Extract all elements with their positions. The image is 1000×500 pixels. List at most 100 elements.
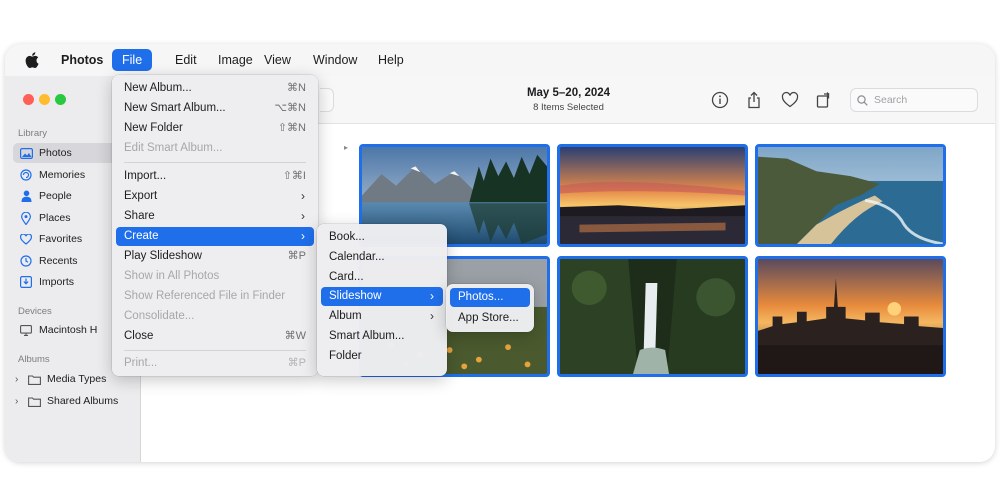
menu-item-book[interactable]: Book... (321, 228, 443, 247)
close-window-button[interactable] (23, 94, 34, 105)
menu-item-print: Print... ⌘P (116, 354, 314, 373)
menu-item-label: Play Slideshow (124, 250, 202, 262)
menu-item-label: App Store... (458, 312, 519, 324)
pin-icon (19, 211, 33, 225)
sidebar-section-library: Library (18, 128, 48, 139)
folder-icon (27, 372, 41, 386)
sidebar-item-label: Media Types (47, 373, 107, 385)
shortcut-label: ⌘N (287, 82, 306, 94)
chevron-right-icon[interactable]: › (15, 374, 24, 385)
menu-item-smart-album[interactable]: Smart Album... (321, 327, 443, 346)
menu-item-label: Edit Smart Album... (124, 142, 223, 154)
heart-icon (19, 232, 33, 246)
sidebar-section-devices: Devices (18, 306, 52, 317)
menu-window[interactable]: Window (303, 49, 367, 71)
menu-item-label: Album (329, 310, 362, 322)
menu-separator (124, 350, 306, 351)
menu-item-share[interactable]: Share › (116, 207, 314, 226)
chevron-right-icon: › (301, 209, 305, 223)
menu-item-consolidate: Consolidate... (116, 307, 314, 326)
menu-item-play-slideshow[interactable]: Play Slideshow ⌘P (116, 247, 314, 266)
menu-item-label: Smart Album... (329, 330, 405, 342)
sidebar-item-label: Places (39, 212, 71, 224)
apple-logo-icon[interactable] (25, 52, 39, 68)
file-menu: New Album... ⌘N New Smart Album... ⌥⌘N New… (112, 75, 318, 376)
photo-thumbnail[interactable] (557, 256, 748, 377)
menu-item-label: Import... (124, 170, 167, 182)
menu-item-label: Share (124, 210, 155, 222)
menu-item-card[interactable]: Card... (321, 268, 443, 287)
minimize-window-button[interactable] (39, 94, 50, 105)
menu-item-label: Show in All Photos (124, 270, 220, 282)
photo-thumbnail[interactable] (755, 144, 946, 247)
menu-file[interactable]: File (112, 49, 153, 71)
menu-item-export[interactable]: Export › (116, 187, 314, 206)
menu-edit[interactable]: Edit (165, 49, 207, 71)
computer-icon (19, 323, 33, 337)
menu-item-show-referenced-file: Show Referenced File in Finder (116, 287, 314, 306)
menu-item-album[interactable]: Album › (321, 307, 443, 326)
folder-icon (27, 394, 41, 408)
person-icon (19, 189, 33, 203)
rotate-icon[interactable] (815, 91, 833, 109)
info-icon[interactable] (711, 91, 729, 109)
menu-item-label: New Smart Album... (124, 102, 226, 114)
menu-item-label: Consolidate... (124, 310, 195, 322)
shortcut-label: ⇧⌘N (277, 122, 306, 134)
menu-item-label: Show Referenced File in Finder (124, 290, 286, 302)
menu-item-edit-smart-album: Edit Smart Album... (116, 139, 314, 158)
slideshow-submenu: Photos... App Store... (446, 284, 534, 332)
sidebar-item-label: Imports (39, 276, 75, 288)
photo-thumbnail[interactable] (755, 256, 946, 377)
menu-item-slideshow[interactable]: Slideshow › (321, 287, 443, 306)
menu-item-app-store[interactable]: App Store... (450, 309, 530, 328)
menu-item-import[interactable]: Import... ⇧⌘I (116, 167, 314, 186)
menu-help[interactable]: Help (368, 49, 414, 71)
chevron-right-icon[interactable]: › (15, 396, 24, 407)
menu-view[interactable]: View (254, 49, 301, 71)
menu-item-photos-slideshow[interactable]: Photos... (450, 288, 530, 307)
search-field[interactable]: Search (850, 88, 978, 112)
sidebar-item-label: Favorites (39, 233, 83, 245)
shortcut-label: ⌥⌘N (274, 102, 306, 114)
menu-photos[interactable]: Photos (51, 49, 113, 71)
menu-item-label: Book... (329, 231, 365, 243)
disclosure-icon[interactable]: ▸ (344, 143, 348, 152)
chevron-right-icon: › (430, 289, 434, 303)
search-placeholder: Search (874, 94, 908, 106)
menu-item-label: New Album... (124, 82, 192, 94)
share-icon[interactable] (745, 91, 763, 109)
zoom-window-button[interactable] (55, 94, 66, 105)
sidebar-item-label: Recents (39, 255, 78, 267)
photos-icon (19, 146, 33, 160)
menu-item-label: Photos... (458, 291, 504, 303)
menu-item-show-in-all-photos: Show in All Photos (116, 267, 314, 286)
sidebar-item-shared-albums[interactable]: › Shared Albums (13, 391, 135, 411)
chevron-right-icon: › (301, 229, 305, 243)
menu-item-folder[interactable]: Folder (321, 347, 443, 366)
menu-item-label: Export (124, 190, 158, 202)
heart-icon[interactable] (781, 91, 799, 109)
chevron-right-icon: › (301, 189, 305, 203)
menu-item-new-album[interactable]: New Album... ⌘N (116, 79, 314, 98)
shortcut-label: ⌘P (287, 250, 306, 262)
photo-thumbnail[interactable] (557, 144, 748, 247)
menu-item-label: Print... (124, 357, 158, 369)
menu-item-new-folder[interactable]: New Folder ⇧⌘N (116, 119, 314, 138)
clock-icon (19, 254, 33, 268)
sidebar-item-label: People (39, 190, 72, 202)
shortcut-label: ⇧⌘I (282, 170, 306, 182)
menu-item-new-smart-album[interactable]: New Smart Album... ⌥⌘N (116, 99, 314, 118)
menu-item-label: Folder (329, 350, 362, 362)
sidebar-item-label: Shared Albums (47, 395, 119, 407)
menu-item-calendar[interactable]: Calendar... (321, 248, 443, 267)
sidebar-section-albums: Albums (18, 354, 50, 365)
menu-item-create[interactable]: Create › (116, 227, 314, 246)
create-submenu: Book... Calendar... Card... Slideshow › A… (317, 224, 447, 376)
sidebar-item-label: Memories (39, 169, 86, 181)
shortcut-label: ⌘W (284, 330, 306, 342)
menu-item-label: Close (124, 330, 154, 342)
chevron-right-icon: › (430, 309, 434, 323)
memories-icon (19, 168, 33, 182)
menu-item-close[interactable]: Close ⌘W (116, 327, 314, 346)
